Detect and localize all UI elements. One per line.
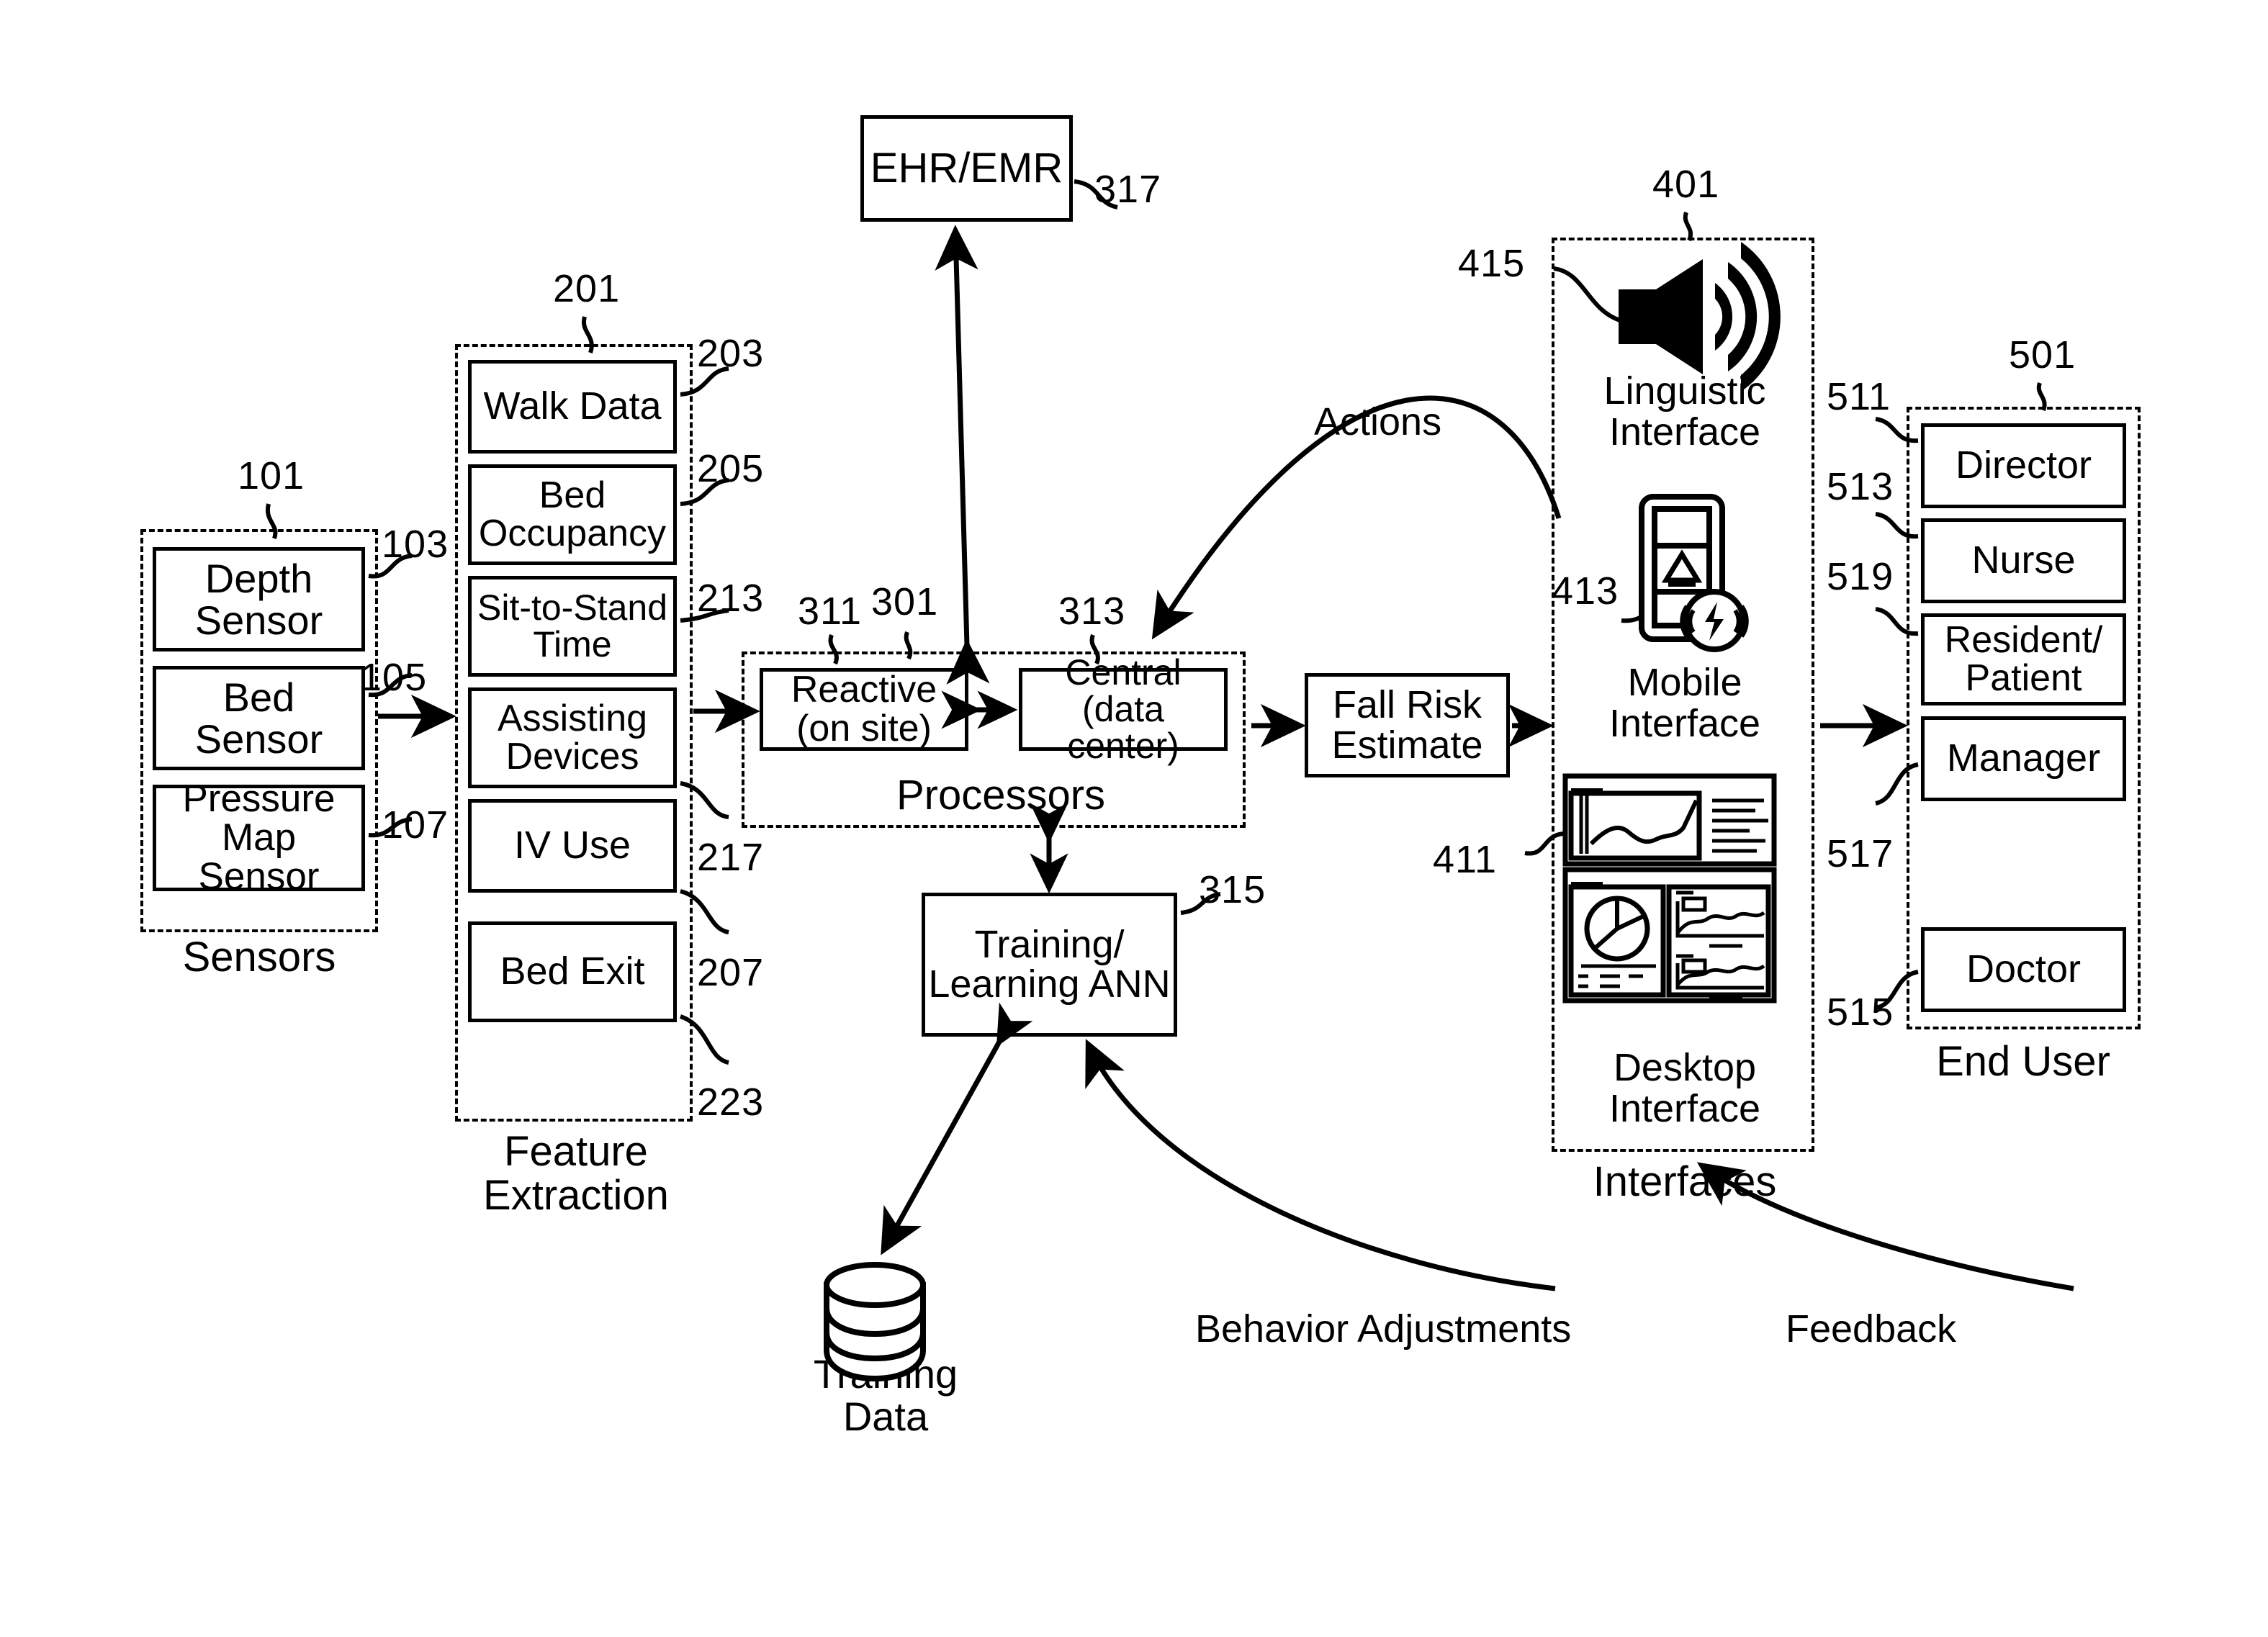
end-user-box-doctor: Doctor [1921, 927, 2126, 1012]
feature-box-sit-to-stand-time: Sit-to-Stand Time [468, 576, 677, 677]
ref-105: 105 [360, 656, 428, 699]
ref-315: 315 [1199, 868, 1266, 911]
ref-501: 501 [2009, 333, 2076, 376]
mobile-interface-label: Mobile Interface [1608, 661, 1761, 745]
processor-box-reactive: Reactive (on site) [760, 668, 968, 751]
sensor-label-bed: Bed Sensor [194, 675, 323, 762]
desktop-interface-label: Desktop Interface [1608, 1046, 1761, 1130]
arrow-ann-to-training-data [881, 1002, 1033, 1255]
ref-103: 103 [382, 523, 449, 566]
feature-label-bed-exit: Bed Exit [500, 950, 645, 993]
feature-label-iv-use: IV Use [513, 824, 631, 867]
end-user-label-director: Director [1955, 443, 2092, 487]
leader-401 [1683, 212, 1693, 242]
feature-label-assisting-devices: Assisting Devices [497, 697, 648, 777]
ref-415: 415 [1458, 242, 1526, 285]
end-user-label-manager: Manager [1946, 736, 2101, 780]
training-learning-ann-box: Training/ Learning ANN [922, 893, 1177, 1037]
feature-box-bed-occupancy: Bed Occupancy [468, 464, 677, 565]
linguistic-interface-label: Linguistic Interface [1603, 369, 1766, 454]
ref-201: 201 [553, 267, 621, 310]
fall-risk-estimate-box: Fall Risk Estimate [1305, 673, 1510, 777]
interfaces-group-label: Interfaces [1593, 1158, 1777, 1205]
ref-311: 311 [798, 590, 863, 633]
sensor-label-depth: Depth Sensor [194, 556, 323, 643]
arrow-processors-ehr [935, 225, 990, 685]
fall-risk-estimate-label: Fall Risk Estimate [1331, 683, 1483, 767]
sensor-box-bed: Bed Sensor [153, 666, 365, 770]
flow-label-feedback: Feedback [1786, 1307, 1957, 1350]
ref-411: 411 [1433, 838, 1498, 881]
ref-213: 213 [697, 577, 765, 620]
feature-box-assisting-devices: Assisting Devices [468, 687, 677, 788]
end-user-box-resident-patient: Resident/ Patient [1921, 613, 2126, 705]
feature-box-iv-use: IV Use [468, 799, 677, 893]
ref-517: 517 [1827, 832, 1894, 875]
ref-205: 205 [697, 447, 765, 490]
processor-label-reactive: Reactive (on site) [791, 669, 937, 749]
ref-313: 313 [1058, 590, 1126, 633]
ref-413: 413 [1552, 569, 1619, 613]
feature-label-bed-occupancy: Bed Occupancy [478, 474, 667, 554]
ref-203: 203 [697, 332, 765, 375]
end-user-box-manager: Manager [1921, 716, 2126, 801]
sensors-group-label: Sensors [182, 934, 336, 980]
training-learning-ann-label: Training/ Learning ANN [928, 922, 1171, 1006]
ref-217: 217 [697, 836, 765, 879]
ref-511: 511 [1827, 375, 1891, 418]
feature-label-walk-data: Walk Data [483, 384, 662, 428]
feature-box-walk-data: Walk Data [468, 360, 677, 454]
ref-223: 223 [697, 1081, 765, 1124]
end-user-group-label: End User [1936, 1038, 2110, 1085]
feature-box-bed-exit: Bed Exit [468, 921, 677, 1022]
end-user-box-director: Director [1921, 423, 2126, 508]
ref-101: 101 [238, 454, 305, 497]
flow-label-actions: Actions [1314, 400, 1442, 443]
feature-label-sit-to-stand-time: Sit-to-Stand Time [477, 587, 667, 664]
sensor-box-depth: Depth Sensor [153, 547, 365, 651]
ref-513: 513 [1827, 465, 1894, 508]
ref-519: 519 [1827, 555, 1894, 598]
ref-207: 207 [697, 951, 765, 994]
feature-extraction-group-label: Feature Extraction [483, 1128, 669, 1219]
end-user-box-nurse: Nurse [1921, 518, 2126, 603]
training-data-label: Training Data [813, 1351, 958, 1439]
ref-515: 515 [1827, 991, 1894, 1034]
end-user-label-nurse: Nurse [1971, 538, 2076, 582]
processor-label-central: Central (data center) [1065, 652, 1182, 766]
end-user-label-resident-patient: Resident/ Patient [1944, 618, 2103, 699]
ref-401: 401 [1652, 163, 1720, 206]
ref-301: 301 [871, 580, 939, 623]
ref-317: 317 [1094, 168, 1162, 211]
ref-107: 107 [382, 803, 449, 847]
ehr-emr-label: EHR/EMR [870, 145, 1063, 192]
sensor-label-pressure-map: Pressure Map Sensor [182, 777, 336, 898]
end-user-label-doctor: Doctor [1966, 947, 2082, 991]
processor-box-central: Central (data center) [1019, 654, 1228, 765]
arrow-behavior-adjustments [1085, 1039, 1556, 1291]
flow-label-behavior-adjustments: Behavior Adjustments [1195, 1307, 1572, 1350]
processors-group-label: Processors [896, 772, 1106, 818]
patent-figure: 101 Sensors Depth Sensor 103 Bed Sensor … [0, 0, 2268, 1637]
sensor-box-pressure-map: Pressure Map Sensor [153, 779, 365, 896]
ehr-emr-box: EHR/EMR [860, 115, 1073, 222]
